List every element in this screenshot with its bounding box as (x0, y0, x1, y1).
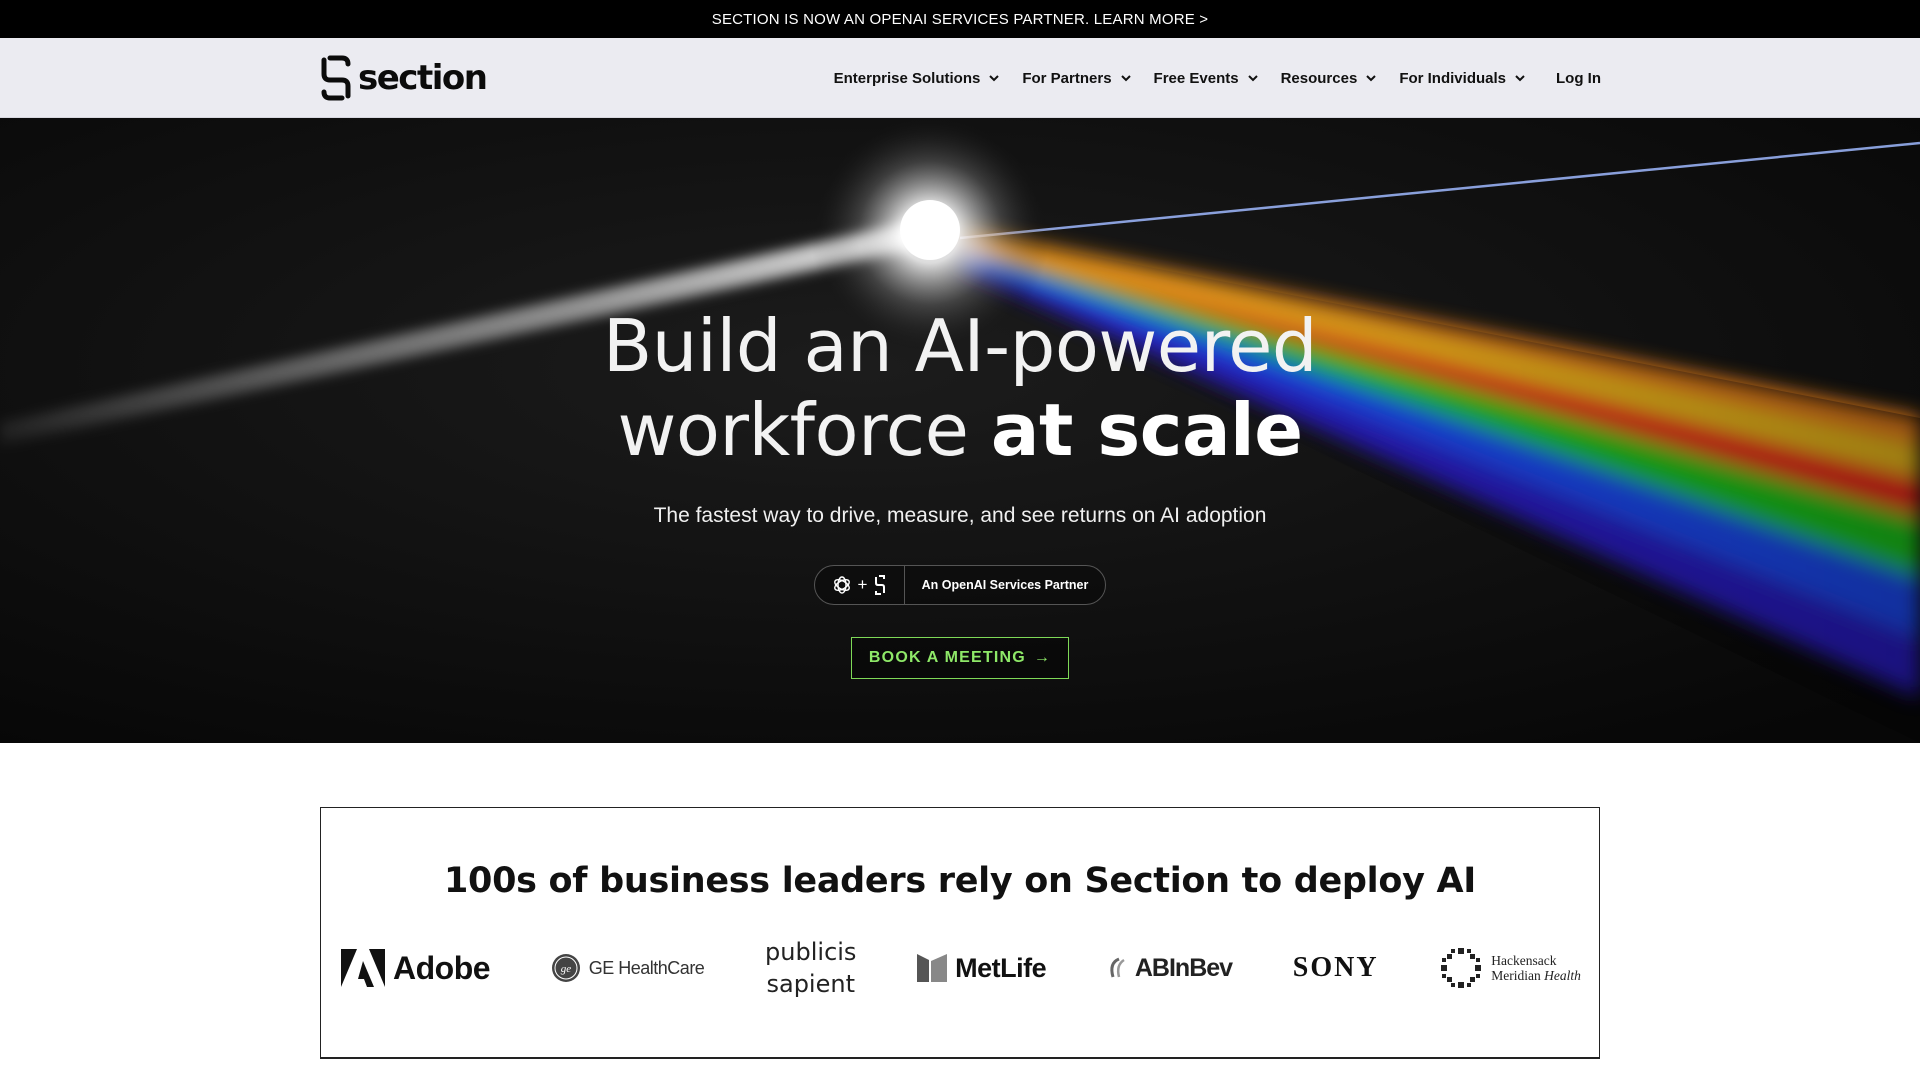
metlife-wordmark: MetLife (955, 952, 1047, 983)
section-divider (320, 1057, 1600, 1059)
hmh-line1: Hackensack (1491, 953, 1557, 968)
nav-links: Enterprise Solutions For Partners Free E… (812, 38, 1601, 118)
section-mark-icon (875, 575, 886, 595)
hmh-line2-italic: Health (1544, 968, 1581, 983)
hackensack-wordmark: Hackensack Meridian Health (1491, 953, 1581, 983)
hero-title: Build an AI-powered workforce at scale (0, 304, 1920, 472)
hmh-line2: Meridian Health (1491, 968, 1581, 983)
arrow-right-icon: → (1033, 649, 1052, 666)
ge-wordmark: GE HealthCare (588, 957, 705, 978)
hero-subtitle: The fastest way to drive, measure, and s… (653, 504, 1267, 527)
openai-icon (833, 576, 850, 594)
nav-item-label: For Individuals (1399, 69, 1506, 87)
nav-item-label: Free Events (1153, 69, 1239, 87)
nav-item-label: Enterprise Solutions (833, 69, 981, 87)
client-logos-heading: 100s of business leaders rely on Section… (443, 861, 1477, 901)
abinbev-icon (1110, 957, 1125, 978)
openai-partner-badge: + An OpenAI Services Partner (814, 565, 1106, 605)
chevron-down-icon (1366, 75, 1377, 82)
nav-for-individuals[interactable]: For Individuals (1399, 70, 1526, 87)
logo-wordmark: section (358, 58, 488, 98)
sony-logo: SONY (1293, 952, 1379, 984)
abinbev-wordmark: ABInBev (1134, 953, 1233, 982)
section-logo[interactable]: section (320, 54, 488, 102)
chevron-down-icon (989, 75, 1000, 82)
nav-for-partners[interactable]: For Partners (1022, 70, 1131, 87)
chevron-down-icon (1515, 75, 1525, 82)
announcement-bar[interactable]: SECTION IS NOW AN OPENAI SERVICES PARTNE… (0, 0, 1920, 38)
publicis-sapient-logo: publicis sapient (765, 940, 856, 996)
publicis-line2: sapient (766, 970, 855, 998)
hackensack-meridian-logo: Hackensack Meridian Health (1439, 946, 1581, 990)
nav-resources[interactable]: Resources (1281, 70, 1378, 87)
nav-free-events[interactable]: Free Events (1154, 70, 1259, 87)
hackensack-icon (1441, 948, 1482, 988)
abinbev-logo: ABInBev (1107, 953, 1233, 983)
adobe-icon (341, 949, 385, 987)
nav-enterprise-solutions[interactable]: Enterprise Solutions (834, 70, 1001, 87)
publicis-line1: publicis (765, 938, 857, 966)
adobe-logo: Adobe (341, 949, 491, 987)
partner-badge-text: An OpenAI Services Partner (921, 578, 1089, 592)
section-logo-icon (321, 55, 351, 101)
adobe-wordmark: Adobe (393, 949, 491, 986)
ge-healthcare-logo: ge GE HealthCare (551, 953, 705, 983)
nav-item-label: Resources (1280, 69, 1358, 87)
chevron-down-icon (1120, 75, 1131, 82)
hmh-line2-regular: Meridian (1491, 968, 1545, 983)
book-meeting-button[interactable]: BOOK A MEETING → (851, 637, 1069, 679)
sony-wordmark: SONY (1292, 952, 1379, 983)
ge-monogram-icon: ge (551, 954, 580, 982)
plus-sign: + (857, 575, 868, 594)
hero-title-line2-bold: at scale (990, 388, 1303, 472)
client-logos-section: 100s of business leaders rely on Section… (320, 807, 1600, 1059)
metlife-icon (917, 954, 948, 982)
top-nav: section Enterprise Solutions For Partner… (0, 38, 1920, 118)
book-meeting-label: BOOK A MEETING (868, 649, 1026, 666)
login-link[interactable]: Log In (1556, 70, 1601, 87)
client-logo-row: Adobe ge GE HealthCare publicis sapient … (341, 938, 1581, 998)
partner-logos: + (815, 566, 905, 604)
metlife-logo: MetLife (917, 952, 1047, 984)
hero-title-line2-regular: workforce (617, 388, 991, 472)
hero: Build an AI-powered workforce at scale T… (0, 118, 1920, 743)
chevron-down-icon (1247, 75, 1258, 82)
hero-title-line1: Build an AI-powered (602, 304, 1318, 388)
svg-text:ge: ge (561, 963, 572, 975)
nav-item-label: For Partners (1022, 69, 1112, 87)
announcement-text[interactable]: SECTION IS NOW AN OPENAI SERVICES PARTNE… (712, 11, 1209, 28)
